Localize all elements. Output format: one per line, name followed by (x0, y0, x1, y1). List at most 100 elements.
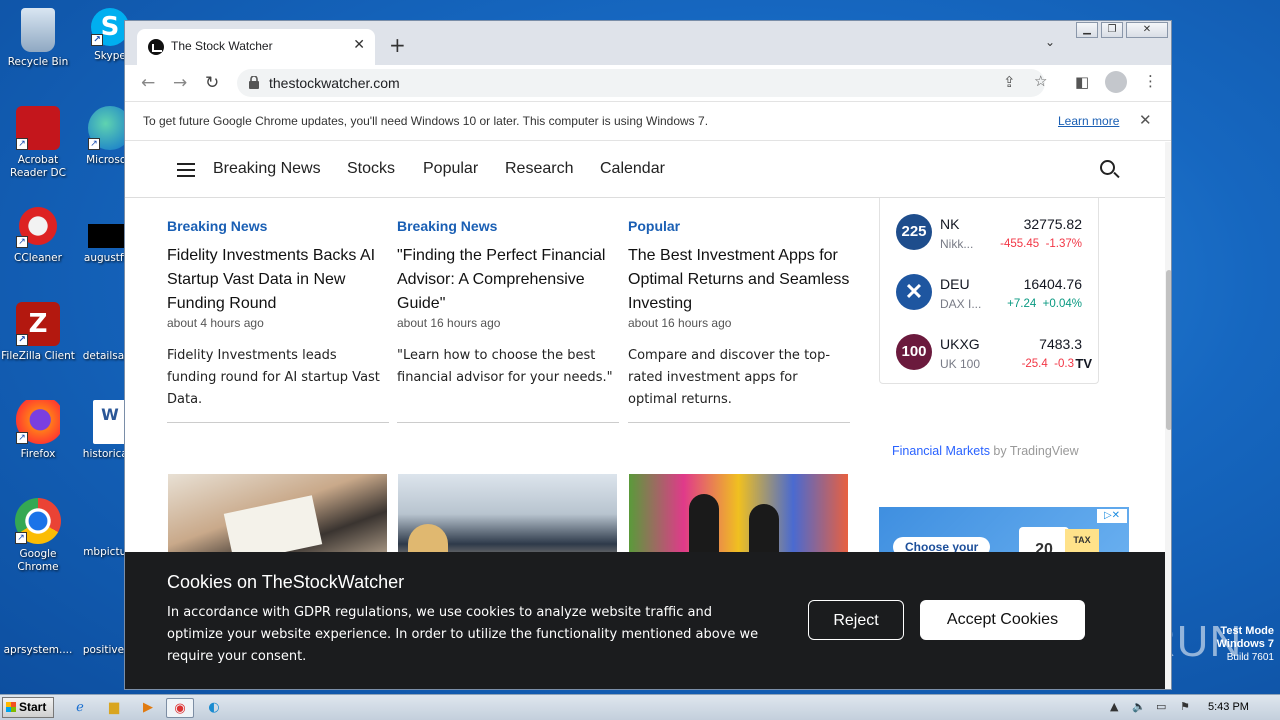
ticker-change: -455.45 -1.37% (1000, 238, 1082, 250)
hamburger-menu-icon[interactable] (177, 163, 195, 177)
windows-taskbar: Start ℯ ▆ ▶ ◉ ◐ ▲ 🔈 ▭ ⚑ 5:43 PM (0, 694, 1280, 720)
accept-cookies-button[interactable]: Accept Cookies (920, 600, 1085, 640)
new-tab-button[interactable]: + (389, 33, 406, 57)
reload-icon[interactable]: ↻ (205, 73, 219, 93)
tray-arrow-icon[interactable]: ▲ (1110, 700, 1118, 713)
file-explorer-icon[interactable]: ▆ (100, 698, 128, 718)
article-headline[interactable]: The Best Investment Apps for Optimal Ret… (628, 244, 850, 316)
lock-icon (249, 76, 259, 89)
ticker-symbol: UKXG (940, 336, 980, 352)
back-arrow-icon[interactable]: ← (141, 73, 155, 93)
tab-search-chevron-icon[interactable]: ⌄ (1045, 35, 1055, 49)
site-favicon-icon (148, 39, 164, 55)
taskbar-clock[interactable]: 5:43 PM (1208, 701, 1249, 713)
article-headline[interactable]: Fidelity Investments Backs AI Startup Va… (167, 244, 389, 316)
recycle-bin-icon[interactable]: Recycle Bin (0, 8, 76, 69)
ticker-row[interactable]: 100 UKXG UK 100 7483.3 -25.4 -0.3 (880, 322, 1098, 382)
ccleaner-icon[interactable]: ↗ CCleaner (0, 204, 76, 265)
filezilla-icon[interactable]: Z ↗ FileZilla Client (0, 302, 76, 363)
ticker-row[interactable]: 225 NK Nikk... 32775.82 -455.45 -1.37% (880, 202, 1098, 262)
profile-avatar-icon[interactable] (1105, 71, 1127, 93)
address-bar[interactable]: thestockwatcher.com ⇪ ☆ (237, 69, 1047, 97)
url-text: thestockwatcher.com (269, 75, 400, 91)
tradingview-attribution: Financial Markets by TradingView (892, 444, 1079, 458)
recycle-bin-label: Recycle Bin (7, 56, 69, 68)
ticker-change-pct: -1.37% (1045, 238, 1082, 250)
article-summary: Compare and discover the top-rated inves… (628, 348, 831, 407)
firefox-icon[interactable]: ↗ Firefox (0, 400, 76, 461)
watermark-line1: Test Mode (1220, 625, 1274, 637)
page-scrollbar[interactable] (1165, 142, 1171, 689)
browser-toolbar: ← → ↻ thestockwatcher.com ⇪ ☆ ◧ ⋮ (125, 65, 1171, 101)
article-headline[interactable]: "Finding the Perfect Financial Advisor: … (397, 244, 619, 316)
financial-markets-link[interactable]: Financial Markets (892, 444, 990, 458)
side-panel-icon[interactable]: ◧ (1075, 73, 1089, 91)
bookmark-star-icon[interactable]: ☆ (1034, 72, 1047, 90)
start-button[interactable]: Start (2, 697, 54, 718)
google-chrome-label: Google Chrome (17, 548, 59, 573)
nav-calendar[interactable]: Calendar (600, 160, 665, 178)
nav-stocks[interactable]: Stocks (347, 160, 395, 178)
firefox-label: Firefox (20, 448, 56, 460)
edge-taskbar-icon[interactable]: ◐ (200, 698, 228, 718)
tab-close-icon[interactable]: ✕ (353, 37, 365, 53)
flag-icon[interactable]: ⚑ (1180, 700, 1190, 713)
reject-cookies-button[interactable]: Reject (808, 600, 904, 640)
windows-test-mode-watermark: Test Mode Windows 7 Build 7601 (1217, 625, 1274, 664)
search-icon[interactable] (1100, 160, 1115, 175)
share-icon[interactable]: ⇪ (1003, 73, 1016, 91)
forward-arrow-icon[interactable]: → (173, 73, 187, 93)
ticker-change-value: -25.4 (1021, 358, 1048, 370)
google-chrome-icon[interactable]: ↗ Google Chrome (0, 498, 76, 574)
ad-choices-close-icon[interactable]: ▷✕ (1097, 509, 1127, 523)
index-logo: 100 (896, 334, 932, 370)
chrome-taskbar-icon[interactable]: ◉ (166, 698, 194, 718)
skype-label: Skype (94, 50, 126, 62)
maximize-button[interactable]: ❐ (1101, 22, 1123, 38)
index-logo: 225 (896, 214, 932, 250)
article-time: about 16 hours ago (628, 316, 732, 330)
network-icon[interactable]: ▭ (1156, 700, 1166, 713)
article-category[interactable]: Popular (628, 218, 680, 234)
cookie-body: In accordance with GDPR regulations, we … (167, 605, 759, 664)
ticker-change: +7.24 +0.04% (1007, 298, 1082, 310)
nav-popular[interactable]: Popular (423, 160, 478, 178)
web-page: Breaking News Stocks Popular Research Ca… (125, 142, 1165, 689)
tab-strip: The Stock Watcher ✕ + ⌄ ▁ ❐ ✕ (125, 21, 1171, 65)
learn-more-link[interactable]: Learn more (1058, 114, 1119, 128)
cookie-title: Cookies on TheStockWatcher (167, 572, 405, 592)
article-category[interactable]: Breaking News (167, 218, 267, 234)
tradingview-by: by TradingView (989, 444, 1079, 458)
menu-kebab-icon[interactable]: ⋮ (1143, 72, 1158, 90)
ad-tax-label: TAX (1073, 535, 1091, 545)
acrobat-reader-icon[interactable]: ↗ Acrobat Reader DC (0, 106, 76, 180)
ticker-change-pct: +0.04% (1042, 298, 1082, 310)
internet-explorer-icon[interactable]: ℯ (66, 698, 94, 718)
close-window-button[interactable]: ✕ (1126, 22, 1168, 38)
article-summary: Fidelity Investments leads funding round… (167, 348, 380, 407)
minimize-button[interactable]: ▁ (1076, 22, 1098, 38)
article-divider (628, 422, 850, 423)
aprsystem-label: aprsystem.... (3, 644, 73, 656)
ticker-name: UK 100 (940, 357, 981, 371)
ticker-symbol: NK (940, 216, 960, 232)
article-time: about 16 hours ago (397, 316, 501, 330)
infobar-message: To get future Google Chrome updates, you… (143, 114, 709, 128)
watermark-line3: Build 7601 (1226, 652, 1274, 663)
scrollbar-thumb[interactable] (1166, 270, 1171, 430)
aprsystem-icon[interactable]: aprsystem.... (0, 596, 76, 657)
infobar-close-icon[interactable]: ✕ (1139, 111, 1152, 129)
ticker-change-value: -455.45 (1000, 238, 1040, 250)
market-ticker-widget: 225 NK Nikk... 32775.82 -455.45 -1.37% ✕… (879, 198, 1099, 384)
tab-the-stock-watcher[interactable]: The Stock Watcher ✕ (137, 29, 375, 65)
ticker-row[interactable]: ✕ DEU DAX I... 16404.76 +7.24 +0.04% (880, 262, 1098, 322)
dax-x-icon: ✕ (896, 274, 932, 310)
nav-breaking-news[interactable]: Breaking News (213, 160, 321, 178)
media-player-icon[interactable]: ▶ (134, 698, 162, 718)
ticker-name: Nikk... (940, 237, 974, 251)
chrome-window: The Stock Watcher ✕ + ⌄ ▁ ❐ ✕ ← → ↻ thes… (124, 20, 1172, 690)
tradingview-logo-icon[interactable]: TV (1075, 356, 1092, 371)
article-category[interactable]: Breaking News (397, 218, 497, 234)
volume-icon[interactable]: 🔈 (1132, 700, 1146, 713)
nav-research[interactable]: Research (505, 160, 573, 178)
